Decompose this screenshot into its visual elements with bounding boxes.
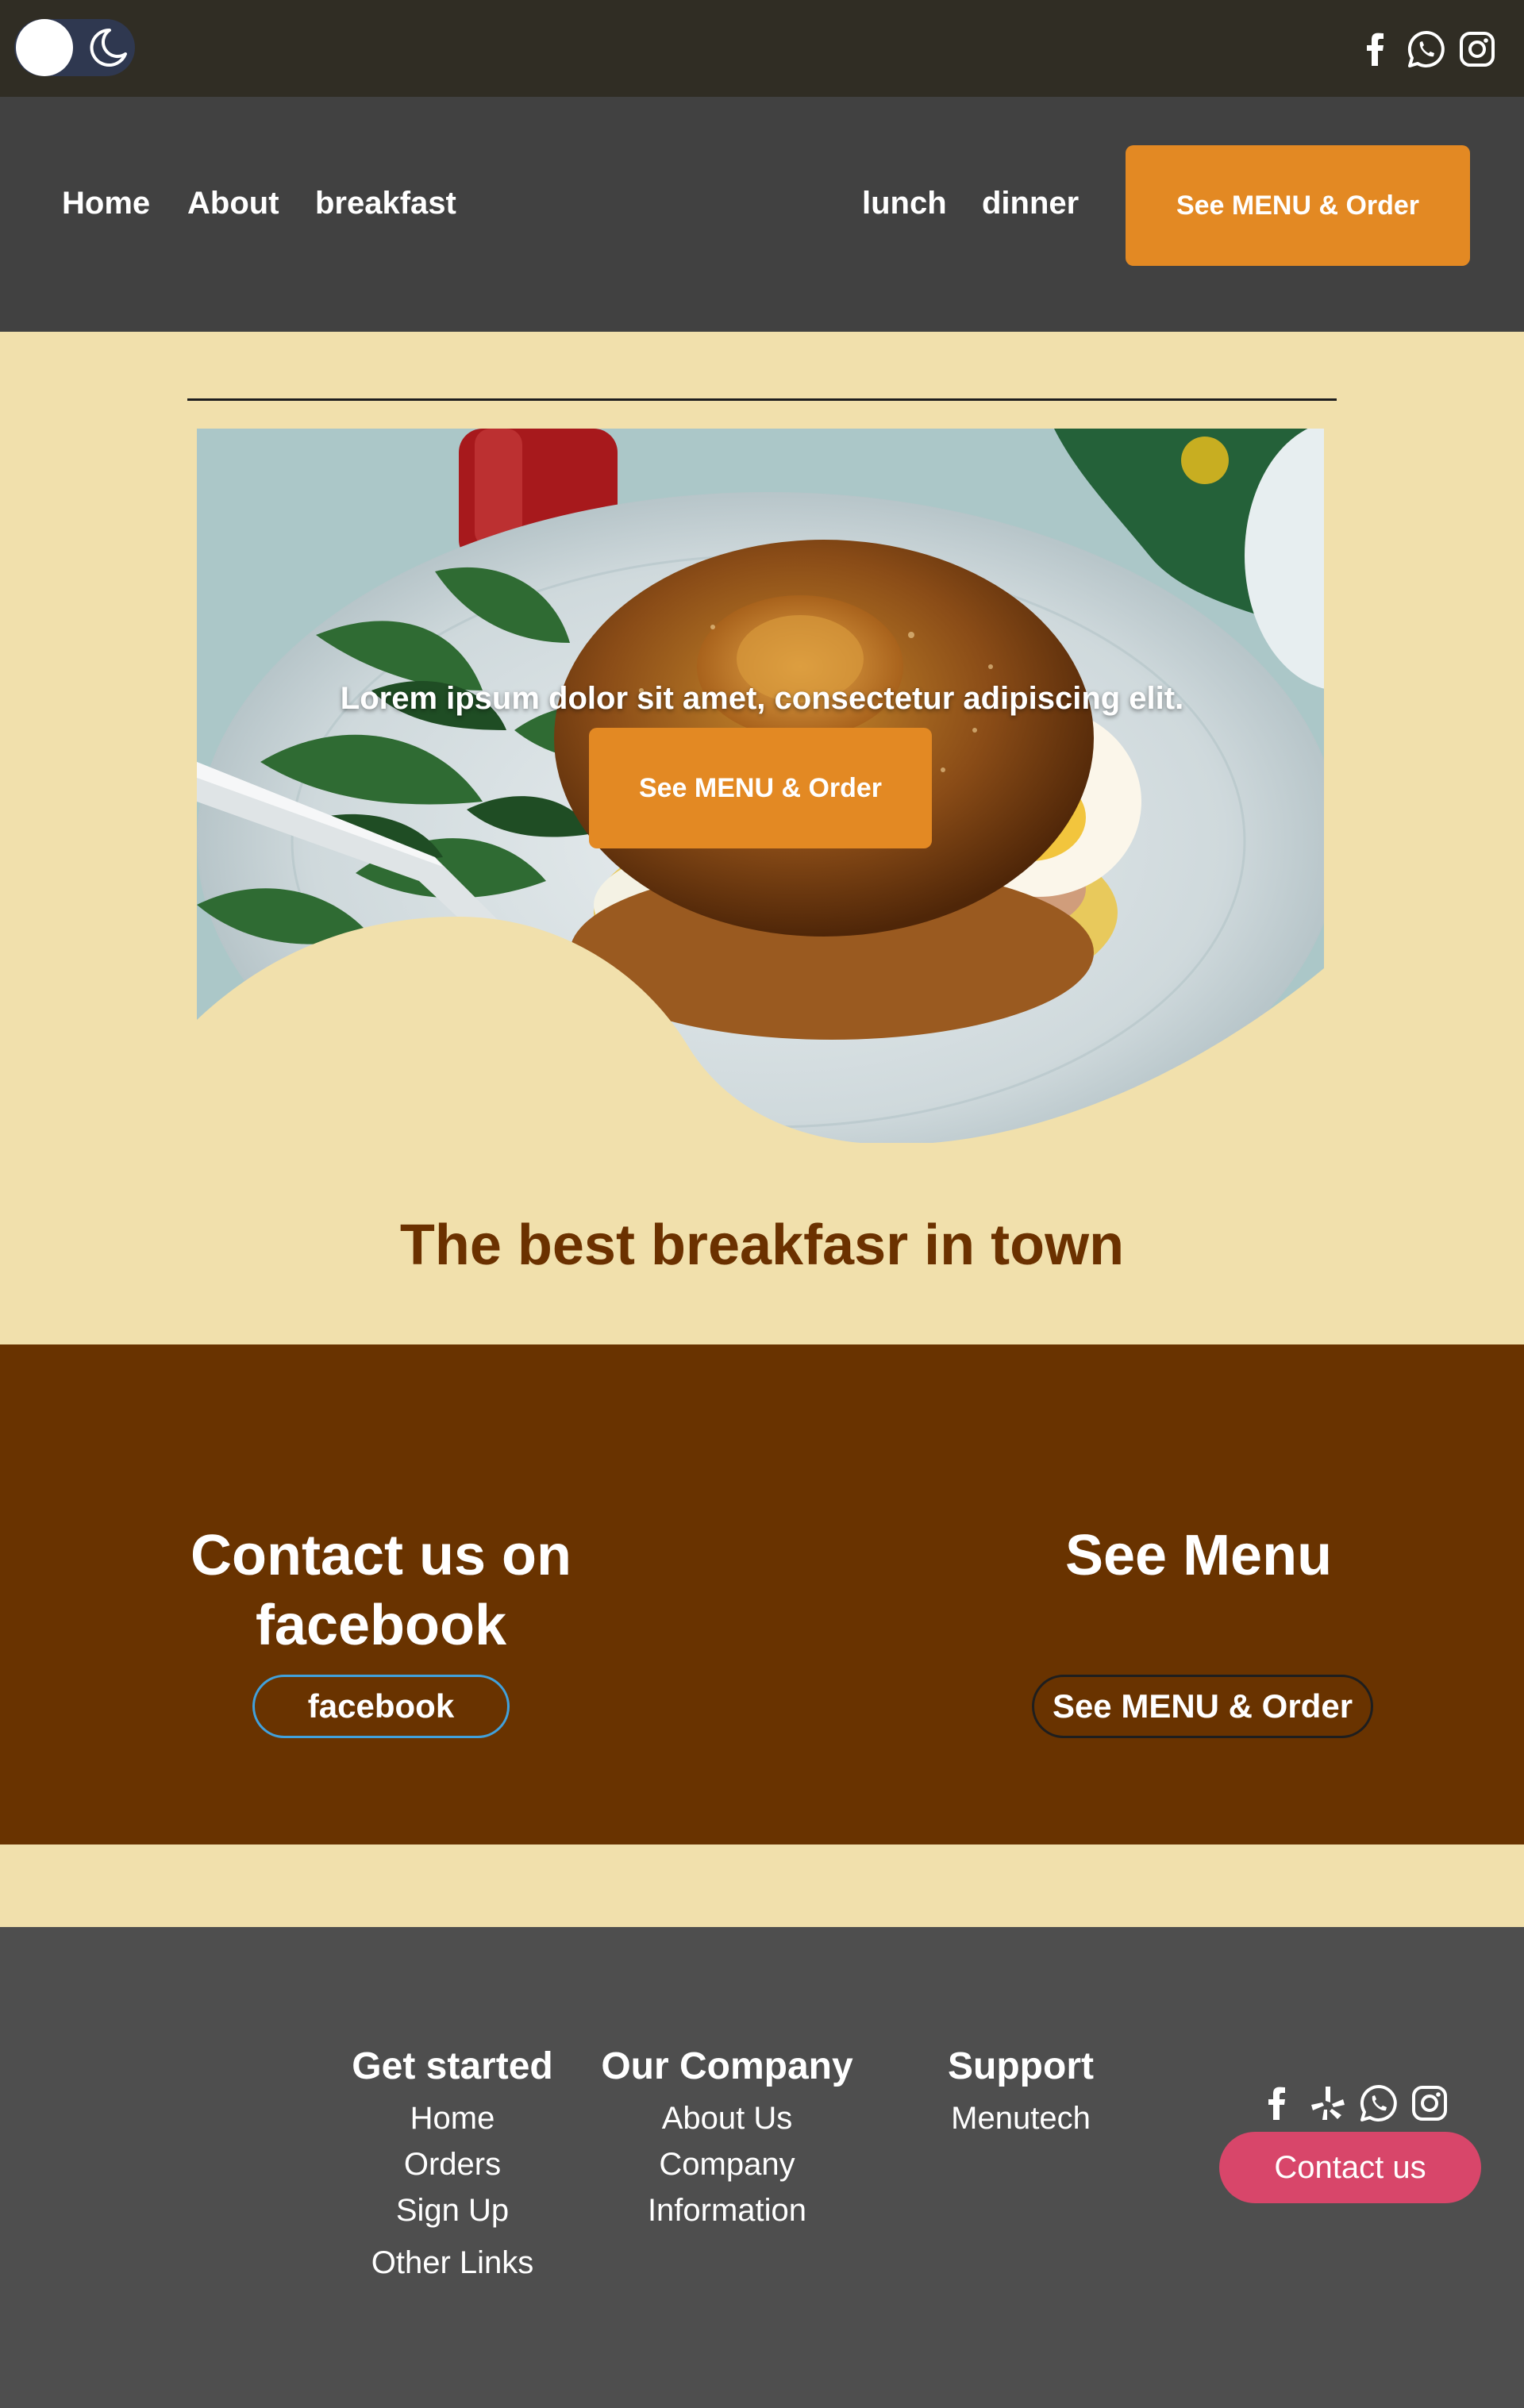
see-menu-order-button[interactable]: See MENU & Order: [1032, 1675, 1373, 1738]
nav-menu-order-button[interactable]: See MENU & Order: [1126, 145, 1470, 266]
nav-link-home[interactable]: Home: [62, 184, 150, 222]
footer-heading: Our Company: [601, 2045, 853, 2087]
instagram-icon[interactable]: [1410, 2083, 1449, 2123]
hero-text: Lorem ipsum dolor sit amet, consectetur …: [340, 681, 1184, 716]
footer-heading: Support: [948, 2045, 1094, 2087]
footer-link-sign-up[interactable]: Sign Up: [325, 2187, 579, 2233]
tagline-heading: The best breakfasr in town: [399, 1214, 1125, 1277]
whatsapp-icon[interactable]: [1359, 2083, 1399, 2123]
footer-link-information[interactable]: Information: [584, 2187, 870, 2233]
facebook-heading: Contact us on facebook: [143, 1521, 619, 1660]
yelp-icon[interactable]: [1308, 2083, 1348, 2123]
footer-col-support: Support Menutech: [902, 2038, 1140, 2141]
footer-heading: Get started: [352, 2045, 553, 2087]
footer-col-our-company: Our Company About Us Company Information: [584, 2038, 870, 2233]
facebook-icon[interactable]: [1257, 2083, 1297, 2123]
top-bar: [0, 0, 1524, 97]
footer-link-company[interactable]: Company: [584, 2141, 870, 2187]
top-social-links: [1356, 27, 1497, 71]
facebook-heading-line2: facebook: [255, 1594, 507, 1657]
nav-link-lunch[interactable]: lunch: [862, 184, 947, 222]
instagram-icon[interactable]: [1457, 29, 1497, 69]
nav-link-breakfast[interactable]: breakfast: [315, 184, 456, 222]
see-menu-heading: See Menu: [1064, 1524, 1333, 1587]
footer-social-links: [1257, 2081, 1449, 2125]
facebook-heading-line1: Contact us on: [190, 1524, 572, 1587]
footer-link-menutech[interactable]: Menutech: [902, 2095, 1140, 2141]
contact-us-button[interactable]: Contact us: [1219, 2132, 1481, 2203]
facebook-icon[interactable]: [1356, 29, 1395, 69]
footer-link-other-links[interactable]: Other Links: [325, 2240, 579, 2286]
moon-icon[interactable]: [83, 24, 130, 71]
sun-circle-icon[interactable]: [16, 19, 73, 76]
hero-divider: [187, 398, 1337, 401]
footer-col-get-started: Get started Home Orders Sign Up Other Li…: [325, 2038, 579, 2286]
footer-link-about-us[interactable]: About Us: [584, 2095, 870, 2141]
whatsapp-icon[interactable]: [1407, 29, 1446, 69]
nav-link-dinner[interactable]: dinner: [982, 184, 1079, 222]
facebook-button[interactable]: facebook: [252, 1675, 510, 1738]
hero-menu-order-button[interactable]: See MENU & Order: [589, 728, 932, 848]
footer-link-home[interactable]: Home: [325, 2095, 579, 2141]
footer-link-orders[interactable]: Orders: [325, 2141, 579, 2187]
nav-link-about[interactable]: About: [187, 184, 279, 222]
